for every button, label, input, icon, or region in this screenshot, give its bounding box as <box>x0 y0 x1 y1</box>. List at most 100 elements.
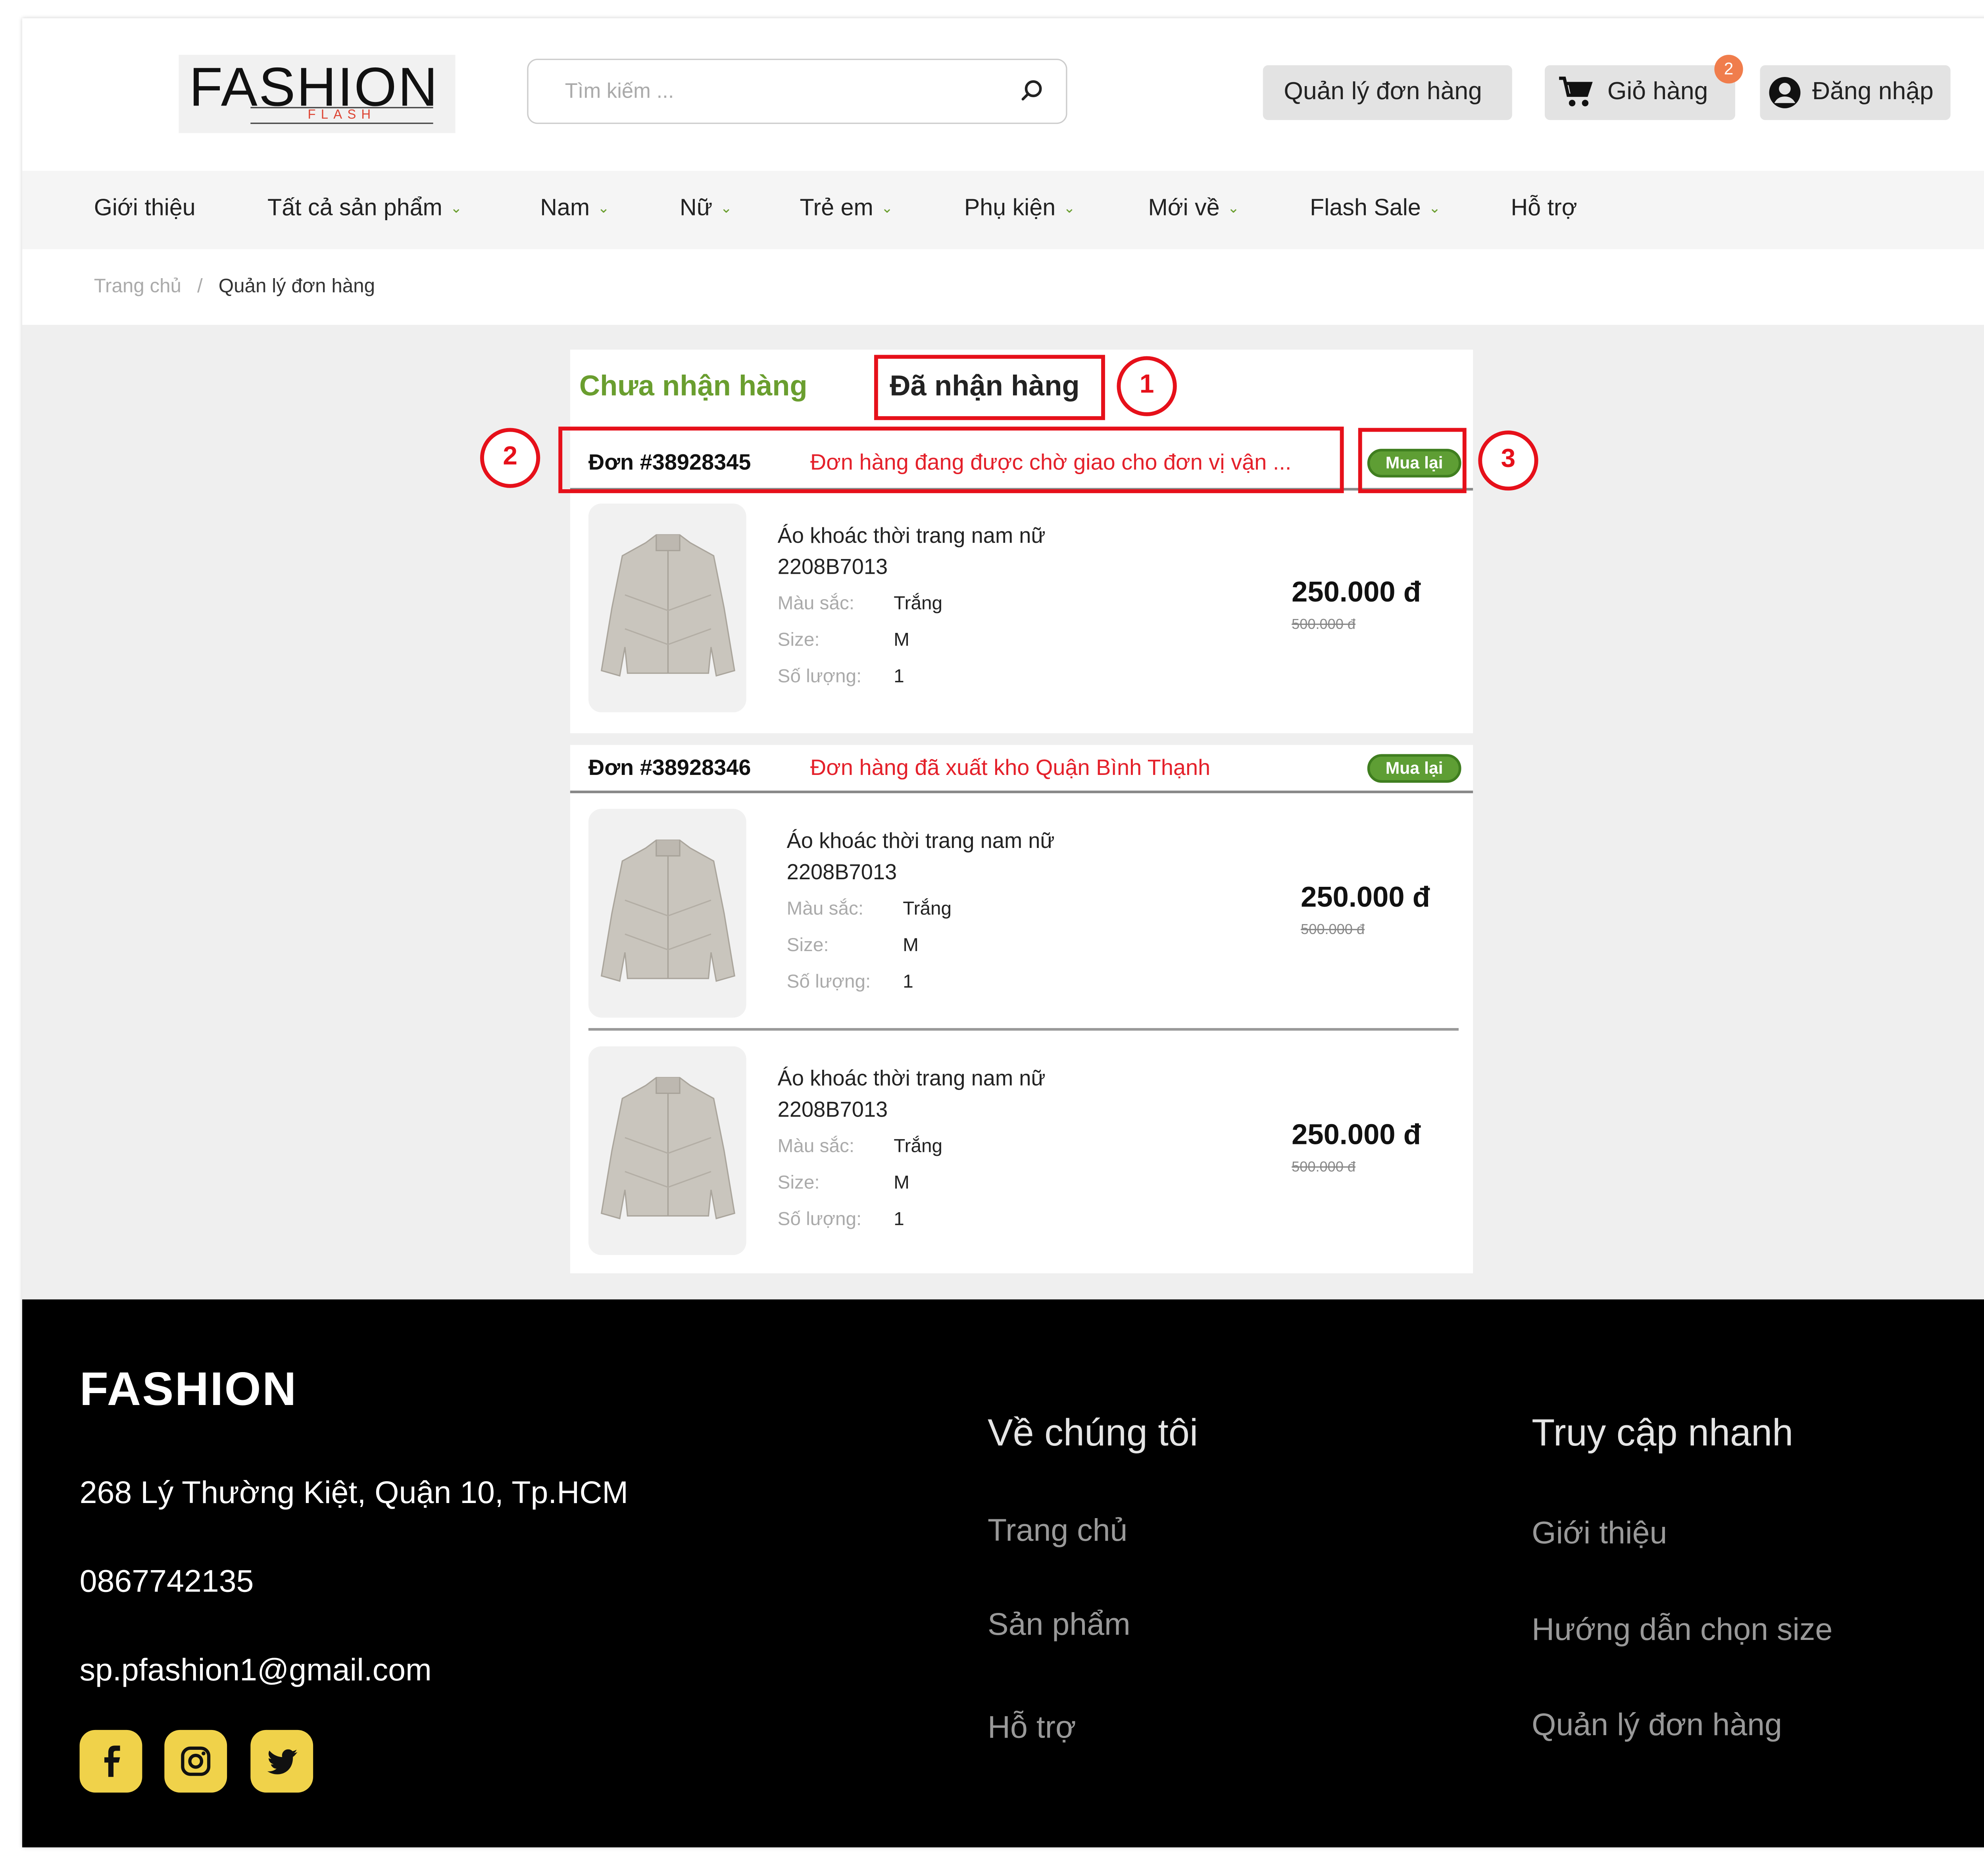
nav-label: Flash Sale <box>1310 194 1421 221</box>
annotation-marker-1: 1 <box>1117 356 1177 416</box>
color-label: Màu sắc: <box>786 899 864 920</box>
nav-item-women[interactable]: Nữ ⌄ <box>680 194 732 222</box>
nav-label: Phụ kiện <box>964 194 1056 221</box>
footer-link-about[interactable]: Giới thiệu <box>1532 1516 1667 1553</box>
twitter-icon <box>267 1749 298 1774</box>
product-thumbnail[interactable] <box>588 809 746 1018</box>
annotation-box-1 <box>874 355 1105 420</box>
nav-item-new[interactable]: Mới về ⌄ <box>1148 194 1239 222</box>
size-label: Size: <box>777 1172 820 1194</box>
facebook-icon <box>104 1745 120 1777</box>
product-thumbnail[interactable] <box>588 1046 746 1255</box>
product-name[interactable]: Áo khoác thời trang nam nữ 2208B7013 <box>778 521 1046 583</box>
footer-link-size-guide[interactable]: Hướng dẫn chọn size <box>1532 1613 1832 1649</box>
footer-link-support[interactable]: Hỗ trợ <box>988 1711 1076 1747</box>
annotation-box-3 <box>1358 428 1467 493</box>
main-nav: Giới thiệu Tất cả sản phẩm ⌄ Nam ⌄ Nữ ⌄ Trẻ… <box>22 171 1984 250</box>
original-price: 500.000 đ <box>1301 922 1365 938</box>
product-name-line-1: Áo khoác thời trang nam nữ <box>777 524 1046 548</box>
annotation-marker-3: 3 <box>1478 431 1538 491</box>
breadcrumb-separator: / <box>197 275 203 298</box>
quantity-label: Số lượng: <box>777 667 862 688</box>
nav-item-all-products[interactable]: Tất cả sản phẩm ⌄ <box>267 194 462 222</box>
login-button[interactable]: Đăng nhập <box>1760 65 1951 120</box>
footer-email[interactable]: sp.pfashion1@gmail.com <box>80 1653 432 1690</box>
nav-item-accessories[interactable]: Phụ kiện ⌄ <box>964 194 1075 222</box>
footer-link-orders[interactable]: Quản lý đơn hàng <box>1532 1708 1782 1744</box>
quantity-value: 1 <box>894 667 904 688</box>
breadcrumb-home[interactable]: Trang chủ <box>94 275 181 298</box>
search-box <box>527 58 1067 124</box>
instagram-button[interactable] <box>164 1730 227 1793</box>
cart-button[interactable]: Giỏ hàng 2 <box>1544 55 1743 120</box>
footer-address: 268 Lý Thường Kiệt, Quận 10, Tp.HCM <box>79 1475 629 1511</box>
annotation-box-2 <box>558 427 1344 493</box>
product-price: 250.000 đ <box>1292 575 1421 608</box>
item-divider <box>588 1028 1459 1031</box>
footer-phone: 0867742135 <box>79 1564 254 1600</box>
chevron-down-icon: ⌄ <box>450 201 462 217</box>
color-label: Màu sắc: <box>777 1136 855 1157</box>
tab-pending[interactable]: Chưa nhận hàng <box>579 369 807 403</box>
original-price: 500.000 đ <box>1292 1160 1356 1176</box>
facebook-button[interactable] <box>79 1730 142 1793</box>
nav-label: Hỗ trợ <box>1511 194 1577 221</box>
size-label: Size: <box>777 630 820 651</box>
chevron-down-icon: ⌄ <box>881 201 893 217</box>
size-value: M <box>894 1172 910 1194</box>
product-name[interactable]: Áo khoác thời trang nam nữ 2208B7013 <box>778 1063 1046 1126</box>
color-value: Trắng <box>894 1136 943 1157</box>
logo-subtext: FLASH <box>250 107 433 124</box>
jacket-image <box>600 534 736 677</box>
chevron-down-icon: ⌄ <box>720 201 732 217</box>
quantity-value: 1 <box>903 972 913 993</box>
nav-item-flash-sale[interactable]: Flash Sale ⌄ <box>1310 194 1441 222</box>
search-input[interactable] <box>562 75 998 110</box>
original-price: 500.000 đ <box>1292 617 1356 633</box>
footer-logo: FASHION <box>79 1362 298 1416</box>
chevron-down-icon: ⌄ <box>1227 201 1240 217</box>
search-icon[interactable] <box>1019 78 1045 104</box>
product-name-line-1: Áo khoác thời trang nam nữ <box>786 830 1055 853</box>
nav-label: Mới về <box>1148 194 1220 221</box>
product-code: 2208B7013 <box>786 861 897 885</box>
nav-item-kids[interactable]: Trẻ em ⌄ <box>800 194 893 222</box>
order-divider <box>570 790 1473 794</box>
product-name[interactable]: Áo khoác thời trang nam nữ 2208B7013 <box>787 826 1055 888</box>
product-code: 2208B7013 <box>777 555 888 579</box>
cart-count-badge: 2 <box>1714 55 1743 84</box>
page: FASHION FLASH Quản lý đơn hàng Giỏ hàng … <box>0 0 1984 1876</box>
size-value: M <box>903 935 919 957</box>
product-thumbnail[interactable] <box>588 504 746 713</box>
product-code: 2208B7013 <box>777 1098 888 1122</box>
color-label: Màu sắc: <box>777 594 855 615</box>
nav-item-about[interactable]: Giới thiệu <box>94 194 196 222</box>
user-icon <box>1769 77 1801 108</box>
breadcrumb: Trang chủ / Quản lý đơn hàng <box>94 275 375 298</box>
quantity-value: 1 <box>894 1209 904 1230</box>
nav-label: Trẻ em <box>800 194 873 221</box>
nav-item-support[interactable]: Hỗ trợ <box>1511 194 1577 222</box>
quantity-label: Số lượng: <box>786 972 871 993</box>
order-management-button[interactable]: Quản lý đơn hàng <box>1263 65 1512 120</box>
color-value: Trắng <box>903 899 952 920</box>
chevron-down-icon: ⌄ <box>1428 201 1441 217</box>
rebuy-button[interactable]: Mua lại <box>1367 754 1461 783</box>
footer-link-home[interactable]: Trang chủ <box>988 1513 1127 1550</box>
footer-about-title: Về chúng tôi <box>988 1413 1198 1455</box>
jacket-image <box>600 839 736 982</box>
product-price: 250.000 đ <box>1301 880 1430 913</box>
product-name-line-1: Áo khoác thời trang nam nữ <box>777 1067 1046 1091</box>
login-label: Đăng nhập <box>1812 78 1934 106</box>
nav-label: Nữ <box>680 194 713 221</box>
footer-link-products[interactable]: Sản phẩm <box>988 1607 1130 1644</box>
footer-quick-title: Truy cập nhanh <box>1532 1413 1794 1455</box>
breadcrumb-current: Quản lý đơn hàng <box>218 275 375 298</box>
product-price: 250.000 đ <box>1292 1118 1421 1151</box>
twitter-button[interactable] <box>250 1730 313 1793</box>
nav-item-men[interactable]: Nam ⌄ <box>540 194 609 222</box>
site-logo[interactable]: FASHION FLASH <box>179 55 456 133</box>
annotation-marker-2: 2 <box>480 428 540 488</box>
nav-label: Tất cả sản phẩm <box>267 194 442 221</box>
size-label: Size: <box>786 935 829 957</box>
